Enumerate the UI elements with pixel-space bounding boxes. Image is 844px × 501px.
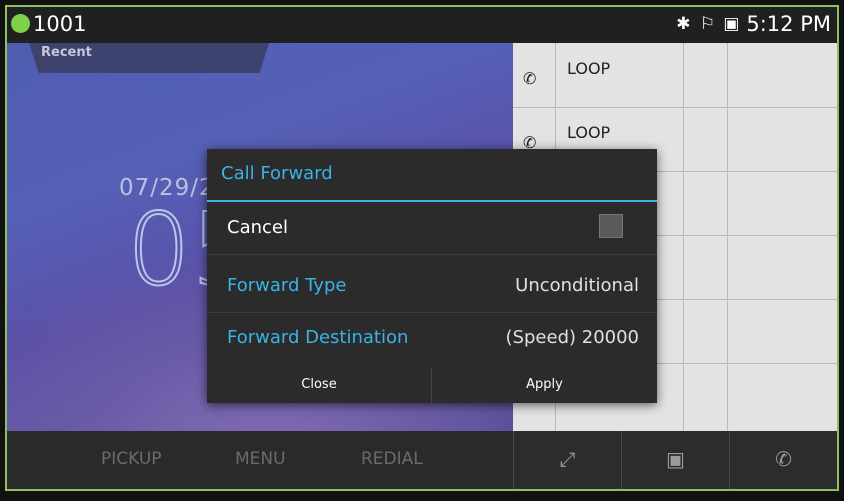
- dialog-title: Call Forward: [221, 163, 333, 184]
- status-time: 5:12 PM: [746, 12, 831, 36]
- forward-destination-value: (Speed) 20000: [505, 327, 639, 348]
- cancel-row[interactable]: Cancel: [207, 202, 657, 255]
- cancel-checkbox[interactable]: [599, 214, 623, 238]
- speed-dial-label: LOOP: [567, 59, 611, 78]
- speed-dial-1[interactable]: ✆ LOOP: [513, 43, 837, 107]
- screen-icon: ▣: [723, 14, 740, 34]
- line-status-indicator: [11, 14, 30, 33]
- menu-softkey[interactable]: MENU: [235, 449, 286, 469]
- call-forward-button[interactable]: ✆: [729, 431, 837, 489]
- forward-destination-label: Forward Destination: [227, 327, 409, 348]
- bluetooth-icon: ✱: [676, 14, 691, 34]
- speed-dial-label: LOOP: [567, 123, 611, 142]
- transfer-screen-icon: ▣: [666, 447, 685, 471]
- forward-type-label: Forward Type: [227, 275, 347, 296]
- softkey-bar: PICKUP MENU REDIAL: [7, 431, 513, 489]
- pickup-softkey[interactable]: PICKUP: [101, 449, 162, 469]
- phone-icon: ✆: [523, 69, 537, 88]
- headset-icon: ⚐: [699, 14, 715, 34]
- call-forward-icon: ✆: [775, 447, 792, 471]
- forward-destination-row[interactable]: Forward Destination (Speed) 20000: [207, 312, 657, 364]
- close-button[interactable]: Close: [207, 367, 431, 403]
- redial-softkey[interactable]: REDIAL: [361, 449, 423, 469]
- call-forward-dialog: Call Forward Cancel Forward Type Uncondi…: [207, 149, 657, 403]
- expand-icon: ⤢: [559, 447, 576, 471]
- apply-button[interactable]: Apply: [432, 367, 657, 403]
- recent-tab-label: Recent: [41, 45, 92, 60]
- forward-type-value: Unconditional: [515, 275, 639, 296]
- bottom-icon-bar: ⤢ ▣ ✆: [513, 431, 837, 489]
- status-icons: ✱ ⚐ ▣ 5:12 PM: [674, 10, 831, 38]
- status-bar: 1001 ✱ ⚐ ▣ 5:12 PM: [7, 7, 837, 43]
- line-number[interactable]: 1001: [33, 10, 86, 38]
- screen-button[interactable]: ▣: [621, 431, 729, 489]
- forward-type-row[interactable]: Forward Type Unconditional: [207, 260, 657, 313]
- cancel-label: Cancel: [227, 217, 288, 238]
- phone-screen: 1001 ✱ ⚐ ▣ 5:12 PM Recent 07/29/2 05 ✆ L…: [5, 5, 839, 491]
- expand-button[interactable]: ⤢: [513, 431, 621, 489]
